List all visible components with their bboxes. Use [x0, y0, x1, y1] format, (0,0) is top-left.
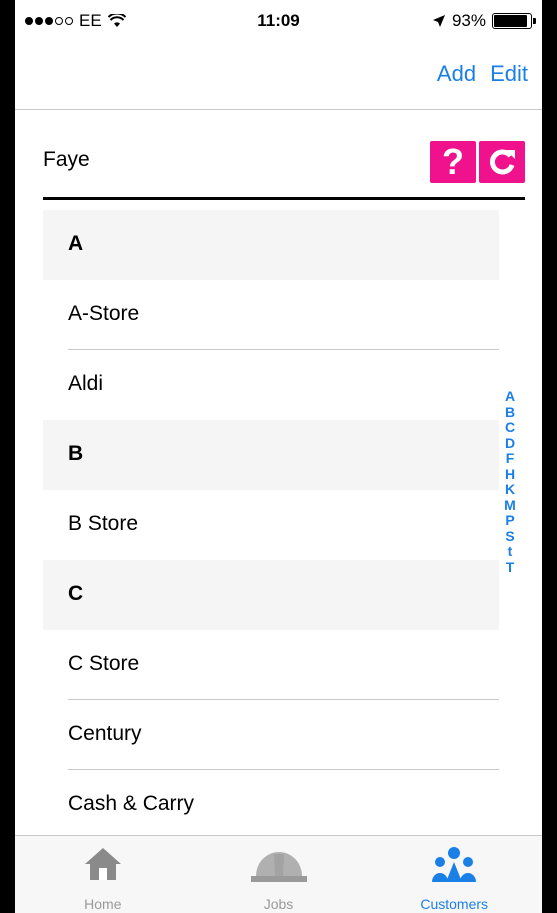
tab-bar: Home Jobs Customers [15, 835, 542, 913]
list-item[interactable]: Century [43, 700, 499, 770]
user-filter-row: Faye ? [43, 138, 525, 200]
index-letter[interactable]: t [508, 543, 513, 560]
refresh-button[interactable] [479, 141, 525, 183]
index-letter[interactable]: C [505, 419, 515, 436]
list-item-label: Cash & Carry [68, 792, 195, 815]
battery-fill [494, 15, 528, 27]
navigation-bar: Add Edit [15, 40, 542, 110]
list-item[interactable]: A-Store [43, 280, 499, 350]
customer-list: A A-Store Aldi B B Store C C Store Century Cash … [43, 210, 499, 840]
question-mark-icon: ? [442, 141, 464, 182]
section-header-label: A [68, 232, 84, 255]
status-right-group: 93% [432, 11, 536, 31]
index-letter[interactable]: M [504, 497, 516, 514]
user-name-field[interactable]: Faye [43, 148, 90, 172]
section-header-label: B [68, 442, 84, 465]
people-group-icon [432, 847, 477, 882]
index-letter[interactable]: B [505, 404, 515, 421]
tab-jobs-label: Jobs [263, 896, 294, 912]
tab-home[interactable]: Home [15, 836, 191, 913]
list-item[interactable]: Aldi [43, 350, 499, 420]
location-arrow-icon [432, 15, 445, 27]
tab-home-label: Home [84, 896, 122, 912]
nav-actions: Add Edit [437, 61, 528, 87]
index-letter[interactable]: S [505, 528, 514, 545]
list-item-label: Aldi [68, 372, 104, 395]
section-header: B [43, 420, 499, 490]
section-header: C [43, 560, 499, 630]
index-letter[interactable]: H [505, 466, 515, 483]
list-item-label: C Store [68, 652, 140, 675]
list-item[interactable]: C Store [43, 630, 499, 700]
refresh-icon [489, 149, 515, 175]
list-item-label: A-Store [68, 302, 140, 325]
list-item-label: B Store [68, 512, 139, 535]
tab-customers-label: Customers [420, 896, 489, 912]
list-item[interactable]: Cash & Carry [43, 770, 499, 840]
battery-percent: 93% [451, 11, 486, 30]
index-letter[interactable]: F [506, 450, 515, 467]
list-item-label: Century [68, 722, 142, 745]
help-button[interactable]: ? [430, 141, 476, 183]
section-header-label: C [68, 582, 84, 605]
status-bar: EE 11:09 93% [15, 0, 542, 40]
index-letter[interactable]: A [505, 388, 515, 405]
alphabet-index[interactable]: ABCDFHKMPStT [502, 388, 518, 576]
app-screen: EE 11:09 93% Add Edit Faye ? A A-Store A… [15, 0, 542, 913]
edit-button[interactable]: Edit [490, 61, 528, 87]
list-item[interactable]: B Store [43, 490, 499, 560]
index-letter[interactable]: P [505, 512, 514, 529]
hard-hat-icon [250, 852, 307, 882]
section-header: A [43, 210, 499, 280]
house-icon [84, 848, 121, 880]
add-button[interactable]: Add [437, 61, 476, 87]
tab-customers[interactable]: Customers [366, 836, 542, 913]
index-letter[interactable]: T [506, 559, 515, 576]
tab-jobs[interactable]: Jobs [191, 836, 367, 913]
battery-icon [492, 13, 536, 29]
index-letter[interactable]: D [505, 435, 515, 452]
index-letter[interactable]: K [505, 481, 515, 498]
